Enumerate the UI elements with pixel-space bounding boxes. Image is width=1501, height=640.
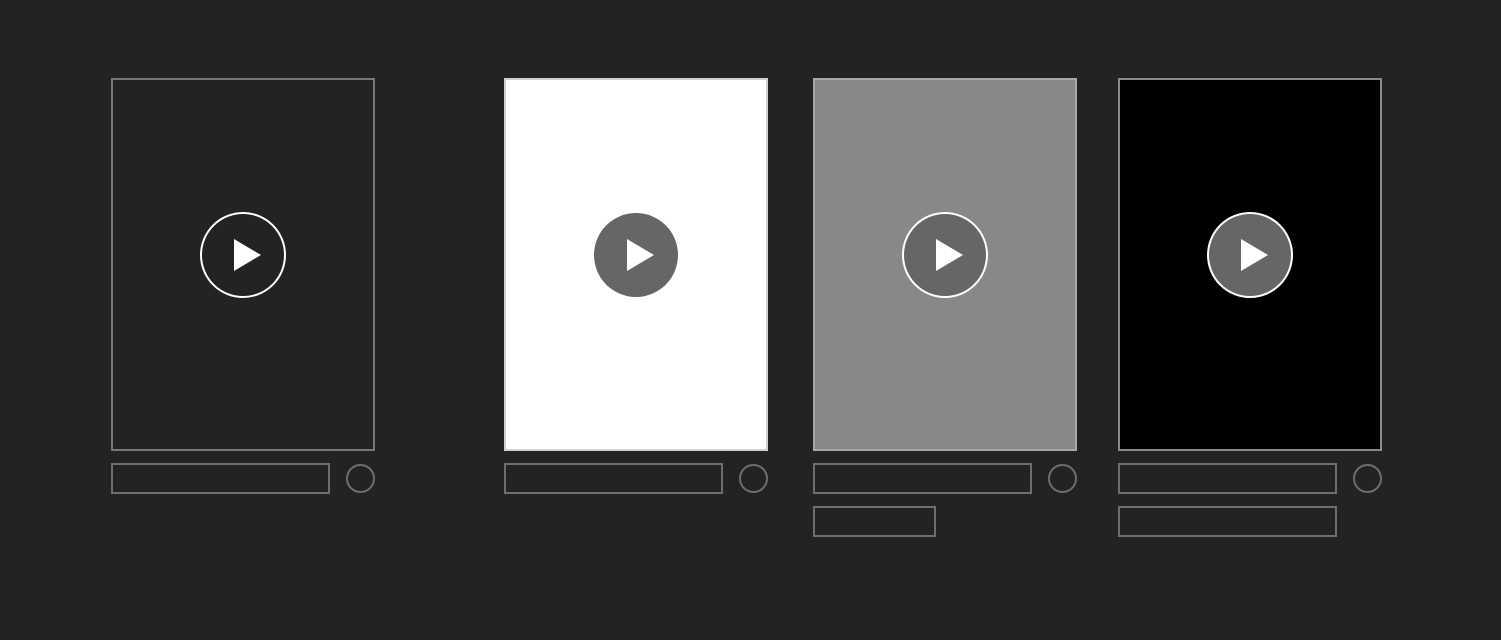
title-placeholder [504,463,723,494]
card-footer [813,463,1077,494]
title-placeholder [1118,463,1337,494]
options-circle-icon[interactable] [1353,464,1382,493]
card-footer [1118,463,1382,494]
options-circle-icon[interactable] [739,464,768,493]
play-icon[interactable] [200,212,286,298]
subtitle-placeholder [1118,506,1337,537]
card-footer [111,463,375,494]
video-thumbnail[interactable] [111,78,375,451]
options-circle-icon[interactable] [346,464,375,493]
play-icon[interactable] [593,212,679,298]
video-thumbnail[interactable] [813,78,1077,451]
title-placeholder [813,463,1032,494]
play-icon[interactable] [1207,212,1293,298]
subtitle-placeholder [813,506,936,537]
video-card-1 [111,78,375,494]
video-thumbnail[interactable] [504,78,768,451]
video-card-4 [1118,78,1382,537]
play-icon[interactable] [902,212,988,298]
options-circle-icon[interactable] [1048,464,1077,493]
card-subtitle-row [813,506,1077,537]
card-subtitle-row [1118,506,1382,537]
video-card-gallery [0,0,1501,640]
card-footer [504,463,768,494]
video-card-3 [813,78,1077,537]
title-placeholder [111,463,330,494]
video-card-2 [504,78,768,494]
video-thumbnail[interactable] [1118,78,1382,451]
